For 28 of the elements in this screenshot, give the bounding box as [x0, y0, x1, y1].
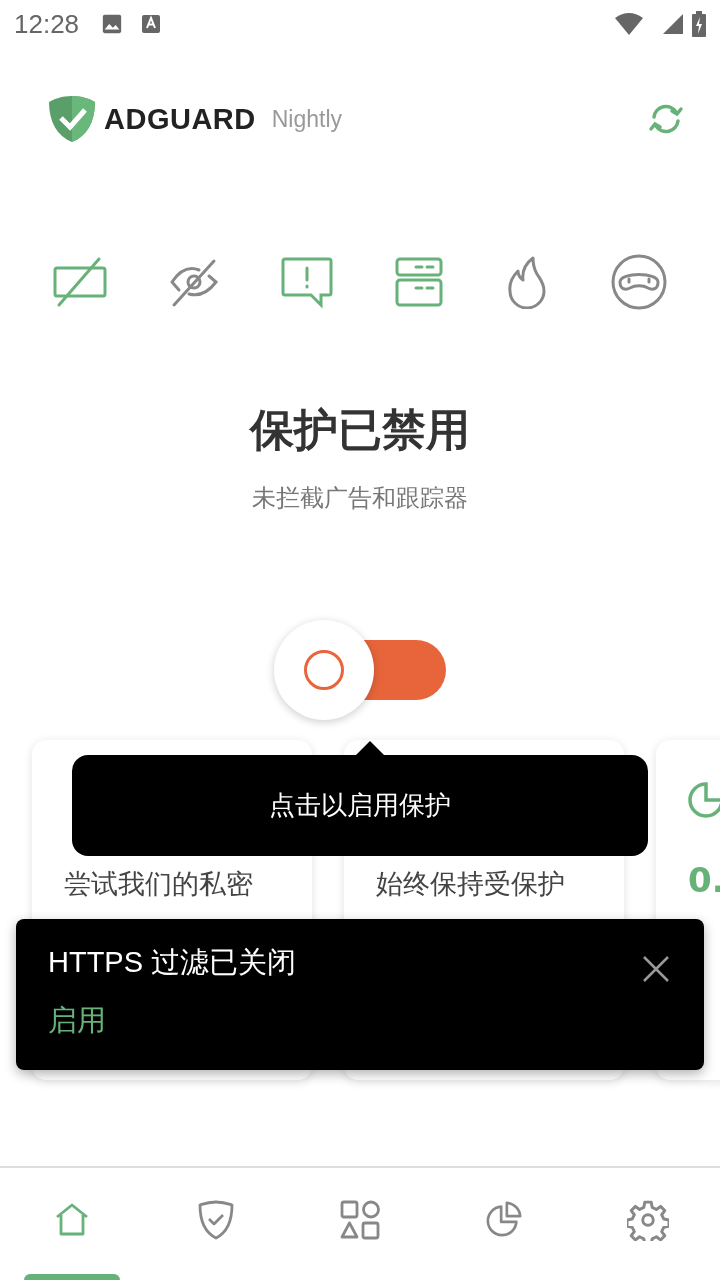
image-icon [101, 13, 124, 35]
tooltip: 点击以启用保护 [72, 740, 648, 856]
status-time: 12:28 [14, 8, 80, 40]
protection-status-title: 保护已禁用 [248, 403, 471, 457]
shield-logo-icon [48, 94, 96, 144]
shapes-icon [340, 1200, 380, 1240]
settings-icon [627, 1199, 669, 1241]
crossed-rectangle-icon[interactable] [52, 256, 108, 308]
enable-button[interactable]: 启用 [48, 1001, 106, 1041]
pie-chart-icon [485, 1201, 523, 1239]
shield-check-icon [198, 1200, 234, 1240]
snackbar-message: HTTPS 过滤已关闭 [48, 945, 297, 980]
ninja-face-icon[interactable] [610, 253, 668, 311]
card-text: 始终保持受保护 [376, 867, 565, 901]
signal-icon [662, 13, 684, 35]
wifi-icon [614, 12, 644, 36]
card-text: 尝试我们的私密 [64, 867, 253, 901]
edition-label: Nightly [271, 105, 343, 133]
battery-icon [692, 11, 706, 37]
speech-bubble-alert-icon[interactable] [279, 255, 334, 309]
protection-status-subtitle: 未拦截广告和跟踪器 [251, 483, 469, 514]
brand-name: ADGUARD [104, 102, 256, 136]
pie-chart-icon [686, 780, 720, 820]
protection-toggle[interactable] [274, 620, 446, 720]
font-icon [141, 14, 162, 34]
close-icon[interactable] [642, 955, 670, 983]
server-icon[interactable] [394, 256, 445, 308]
home-icon [54, 1202, 90, 1238]
